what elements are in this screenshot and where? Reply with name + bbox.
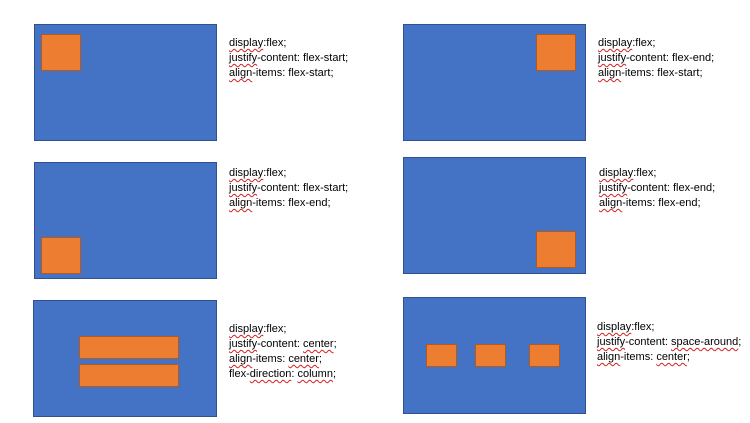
flex-item: [426, 344, 457, 367]
css-line: justify-content: flex-start;: [229, 52, 349, 64]
flex-item: [475, 344, 506, 367]
css-line: display:flex;: [597, 321, 655, 333]
css-line: justify-content: flex-end;: [599, 182, 716, 194]
flex-item: [536, 231, 576, 268]
flex-container-3: [34, 162, 217, 279]
css-line: justify-content: flex-start;: [229, 182, 349, 194]
css-line: align-items: flex-end;: [599, 197, 701, 209]
css-line: align-items: center;: [597, 351, 690, 363]
flex-container-6: [403, 297, 586, 414]
css-line: flex-direction: column;: [229, 368, 337, 380]
css-snippet-6: display:flex; justify-content: space-aro…: [597, 320, 741, 365]
css-line: justify-content: flex-end;: [598, 52, 715, 64]
flex-item: [529, 344, 560, 367]
css-line: align-items: flex-end;: [229, 197, 331, 209]
flex-container-1: [34, 24, 217, 141]
css-line: display:flex;: [599, 167, 657, 179]
css-snippet-5: display:flex; justify-content: center; a…: [229, 322, 337, 382]
flex-item: [41, 237, 81, 274]
flex-item: [41, 34, 81, 71]
css-snippet-4: display:flex; justify-content: flex-end;…: [599, 166, 715, 211]
flex-item: [536, 34, 576, 71]
flex-container-2: [403, 24, 586, 141]
css-snippet-2: display:flex; justify-content: flex-end;…: [598, 36, 714, 81]
css-line: justify-content: space-around;: [597, 336, 742, 348]
flex-container-5: [33, 300, 217, 417]
flex-item: [79, 364, 179, 387]
css-snippet-1: display:flex; justify-content: flex-star…: [229, 36, 348, 81]
css-line: display:flex;: [598, 37, 656, 49]
flex-container-4: [403, 157, 586, 274]
css-line: align-items: flex-start;: [229, 67, 334, 79]
flex-item: [79, 336, 179, 359]
css-snippet-3: display:flex; justify-content: flex-star…: [229, 166, 348, 211]
css-line: justify-content: center;: [229, 338, 337, 350]
css-line: align-items: flex-start;: [598, 67, 703, 79]
css-line: display:flex;: [229, 323, 287, 335]
css-line: align-items: center;: [229, 353, 322, 365]
css-line: display:flex;: [229, 37, 287, 49]
css-line: display:flex;: [229, 167, 287, 179]
